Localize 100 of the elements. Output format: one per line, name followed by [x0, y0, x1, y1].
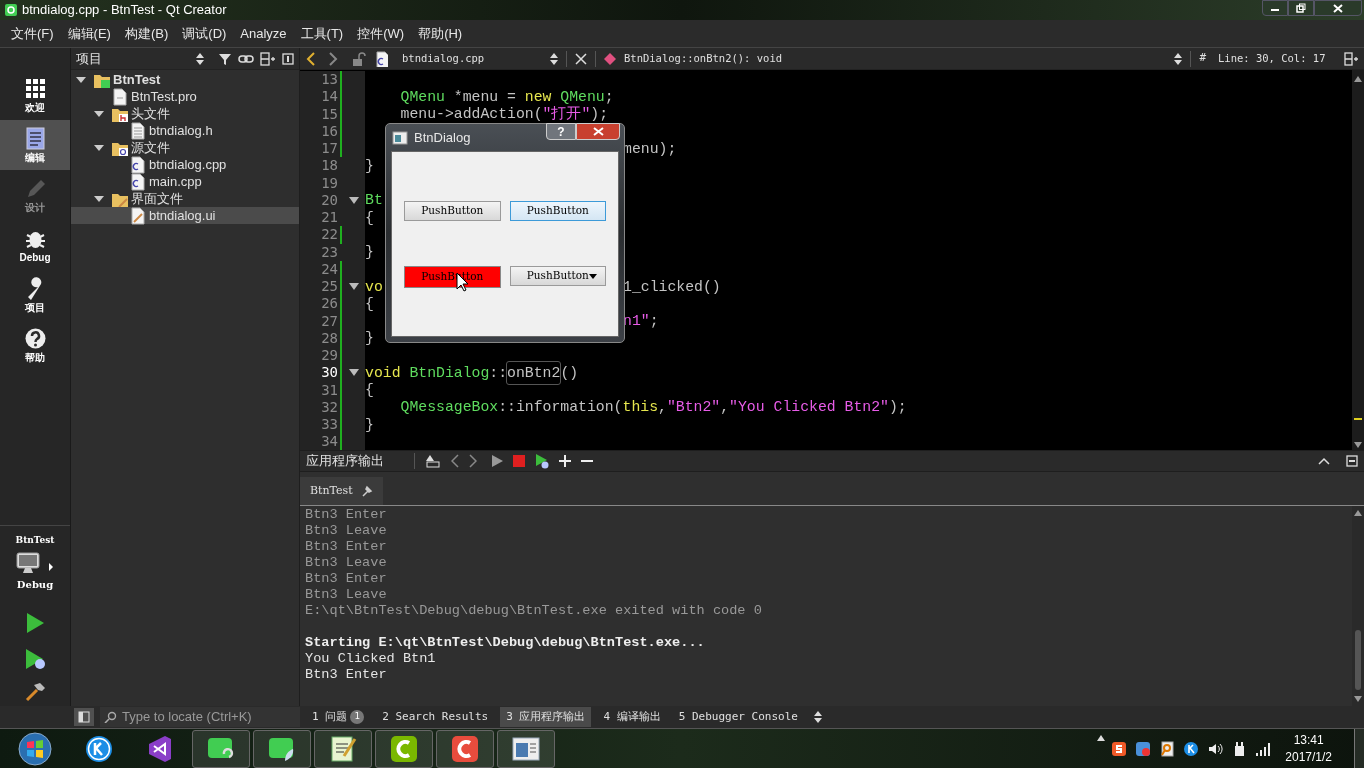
push-button[interactable]: PushButton: [509, 266, 606, 286]
scrollbar[interactable]: [1352, 506, 1364, 706]
scroll-up-arrow-icon[interactable]: [1354, 76, 1362, 82]
tree-item[interactable]: BtnTest: [71, 71, 299, 88]
signal-bars-icon[interactable]: [1255, 740, 1272, 757]
debug-run-button[interactable]: [24, 648, 46, 670]
menu-item[interactable]: 调试(D): [175, 23, 234, 44]
close-icon[interactable]: [575, 52, 587, 65]
menu-item[interactable]: 帮助(H): [411, 23, 470, 44]
menu-item[interactable]: Analyze: [233, 23, 294, 44]
collapse-arrow-icon[interactable]: [93, 193, 105, 204]
close-pane-icon[interactable]: [1346, 455, 1358, 467]
line-number: 23: [320, 242, 338, 262]
fold-arrow-icon[interactable]: [349, 196, 359, 204]
taskbar-app[interactable]: [253, 729, 311, 768]
taskbar-app[interactable]: [192, 729, 250, 768]
minimize-button[interactable]: [1262, 0, 1288, 16]
scrollbar[interactable]: [1352, 70, 1364, 450]
output-line: Btn3 Leave: [305, 587, 388, 603]
symbol-selector[interactable]: BtnDialog::onBtn2(): void: [624, 50, 1167, 67]
scroll-down-arrow-icon[interactable]: [1354, 696, 1362, 702]
mode-button[interactable]: 欢迎: [0, 70, 70, 120]
play-icon[interactable]: [491, 454, 503, 468]
output-line: Btn3 Enter: [305, 507, 388, 523]
tree-item[interactable]: BtnTest.pro: [71, 88, 299, 105]
locate-field[interactable]: Type to locate (Ctrl+K): [100, 707, 300, 727]
fold-arrow-icon[interactable]: [349, 369, 359, 377]
output-pane-tab[interactable]: 1 问题 1: [306, 707, 371, 727]
file-name[interactable]: btndialog.cpp: [402, 50, 542, 67]
code-token: ;: [604, 87, 614, 107]
zoom-in-icon[interactable]: [559, 455, 571, 467]
mode-button[interactable]: 项目: [0, 270, 70, 320]
close-icon: [1333, 3, 1343, 13]
sidebar-toggle-button[interactable]: [74, 708, 94, 726]
collapse-arrow-icon[interactable]: [75, 74, 87, 85]
filter-icon[interactable]: [218, 51, 232, 66]
cursor-position: Line: 30, Col: 17: [1218, 50, 1327, 66]
menu-item[interactable]: 工具(T): [293, 23, 351, 44]
mode-button[interactable]: Debug: [0, 220, 70, 270]
restore-button[interactable]: [1288, 0, 1314, 16]
output-pane-tab[interactable]: 5 Debugger Console: [672, 707, 804, 727]
menu-item[interactable]: 控件(W): [350, 23, 412, 44]
output-pane-tab[interactable]: 4 编译输出: [597, 707, 667, 727]
output-tab[interactable]: BtnTest: [300, 477, 383, 505]
tree-item[interactable]: 源文件: [71, 139, 299, 156]
menu-item[interactable]: 文件(F): [4, 23, 61, 44]
output-pane-tab[interactable]: 2 Search Results: [376, 707, 495, 727]
pin-icon[interactable]: [360, 485, 373, 497]
collapse-arrow-icon[interactable]: [93, 108, 105, 119]
help-button[interactable]: ?: [546, 123, 576, 140]
updown-arrows-icon[interactable]: [196, 52, 204, 65]
tray-expand-icon[interactable]: [1097, 734, 1106, 741]
app-icon: [4, 3, 18, 17]
link-icon[interactable]: [238, 52, 254, 65]
k-circle-icon[interactable]: [1183, 740, 1200, 757]
output-pane-tab[interactable]: 3 应用程序输出: [500, 707, 592, 727]
collapse-arrow-icon[interactable]: [93, 142, 105, 153]
push-button[interactable]: PushButton: [509, 201, 606, 221]
updown-arrows-icon[interactable]: [1174, 52, 1183, 65]
taskbar-app[interactable]: [375, 729, 433, 768]
tree-item[interactable]: btndialog.ui: [71, 207, 299, 224]
updown-arrows-icon[interactable]: [550, 52, 558, 65]
mode-button[interactable]: 编辑: [0, 120, 70, 170]
updown-arrows-icon[interactable]: [813, 711, 822, 723]
taskbar-app[interactable]: [436, 729, 494, 768]
run-button[interactable]: [25, 612, 45, 634]
next-icon[interactable]: [469, 454, 477, 468]
mode-button[interactable]: 帮助: [0, 320, 70, 370]
play-bug-icon[interactable]: [535, 453, 549, 469]
close-button[interactable]: [1314, 0, 1362, 16]
menu-item[interactable]: 编辑(E): [60, 23, 118, 44]
line-number: 25: [320, 277, 338, 297]
taskbar-app[interactable]: [497, 729, 555, 768]
maximize-pane-icon[interactable]: [1318, 457, 1330, 465]
grid-icon: [23, 77, 47, 100]
push-button[interactable]: PushButton: [404, 201, 501, 221]
tree-item[interactable]: 界面文件: [71, 190, 299, 207]
magnifier-icon[interactable]: [1159, 740, 1176, 757]
split-icon[interactable]: [260, 51, 276, 66]
s-tile-icon[interactable]: [1111, 740, 1128, 757]
fold-arrow-icon[interactable]: [349, 283, 359, 291]
menu-item[interactable]: 构建(B): [117, 23, 176, 44]
tree-item[interactable]: main.cpp: [71, 173, 299, 190]
tree-item[interactable]: btndialog.h: [71, 122, 299, 139]
scroll-up-arrow-icon[interactable]: [1354, 510, 1362, 516]
notepad-icon: [328, 733, 358, 764]
build-button[interactable]: [24, 682, 46, 702]
clear-icon[interactable]: [425, 453, 441, 469]
scroll-down-arrow-icon[interactable]: [1354, 442, 1362, 448]
split-icon[interactable]: [1344, 51, 1358, 66]
code-token: QMenu: [400, 87, 445, 107]
close-panel-icon[interactable]: [282, 52, 294, 65]
tree-item[interactable]: btndialog.cpp: [71, 156, 299, 173]
show-desktop-button[interactable]: [1354, 728, 1364, 768]
pane-title: 应用程序输出: [306, 452, 385, 471]
output-line: Btn3 Enter: [305, 539, 388, 555]
previous-icon[interactable]: [451, 454, 459, 468]
target-selector[interactable]: [16, 552, 54, 574]
taskbar-app[interactable]: [314, 729, 372, 768]
tree-item[interactable]: 头文件: [71, 105, 299, 122]
